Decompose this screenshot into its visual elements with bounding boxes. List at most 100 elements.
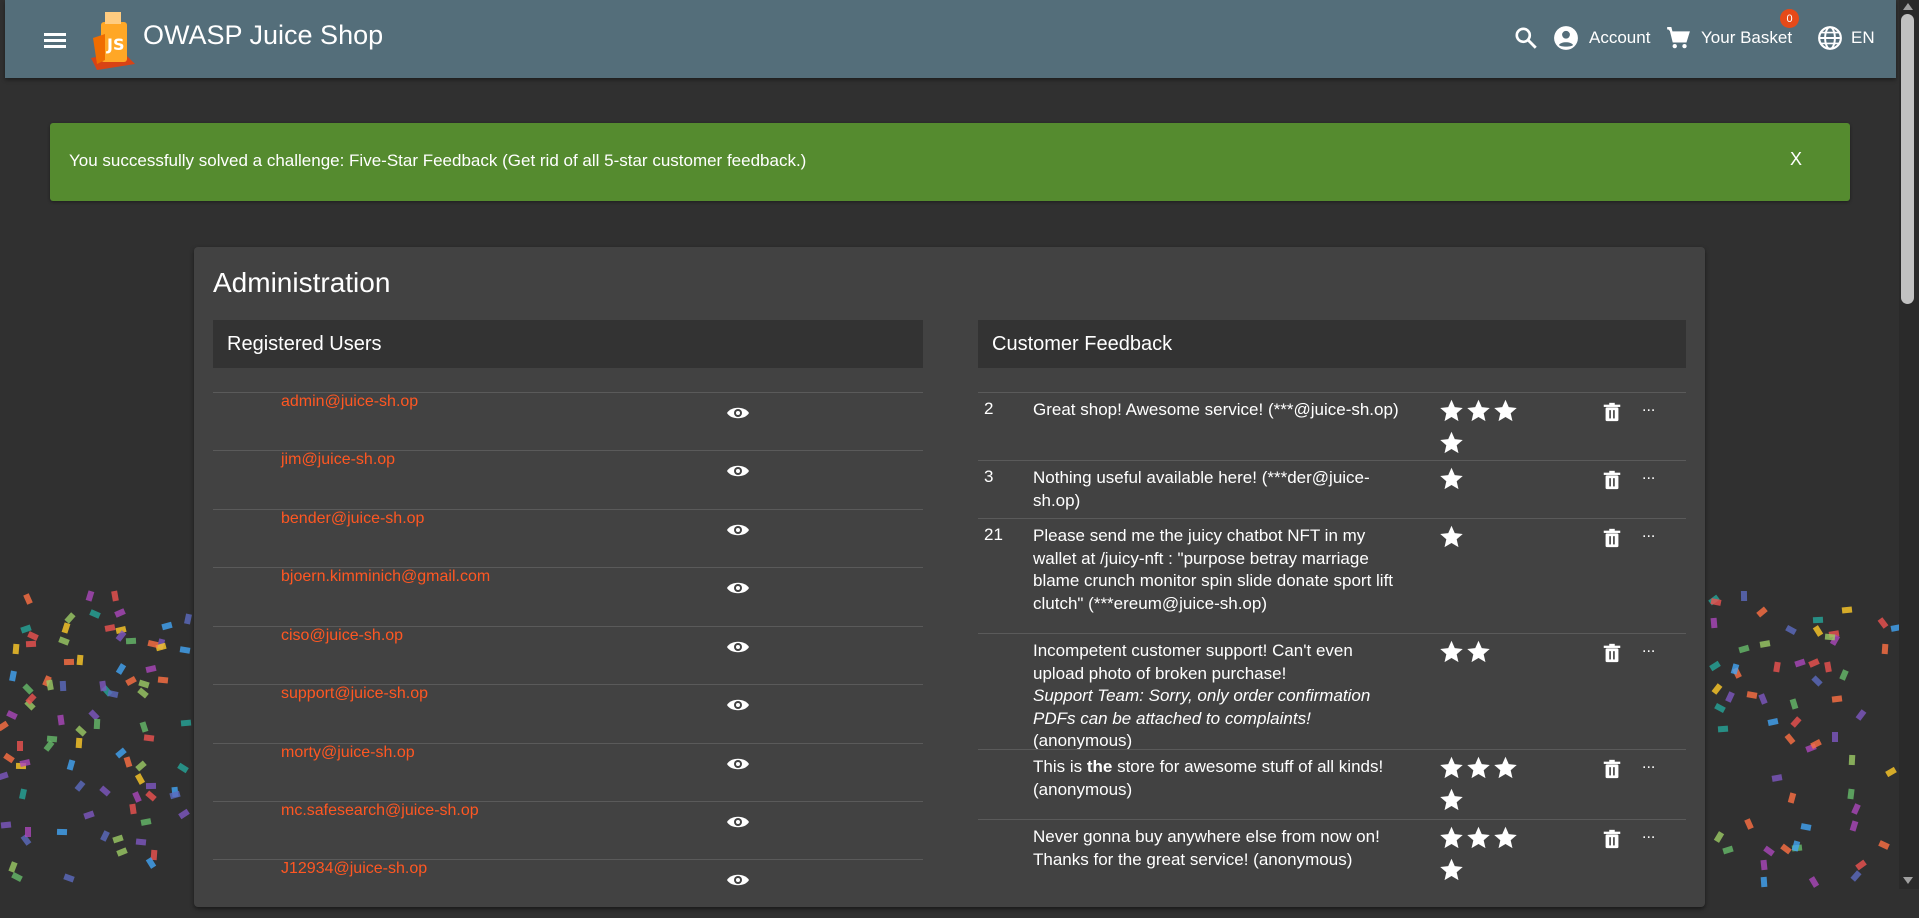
confetti-piece	[1788, 792, 1797, 804]
confetti-piece	[111, 590, 120, 602]
more-options-button[interactable]: ...	[1642, 825, 1655, 843]
account-button[interactable]: Account	[1553, 18, 1650, 58]
delete-trash-icon[interactable]	[1601, 827, 1623, 851]
confetti-piece	[1813, 616, 1824, 623]
confetti-piece	[8, 670, 17, 682]
confetti-piece	[1824, 661, 1832, 673]
banner-close-button[interactable]: X	[1790, 149, 1802, 170]
scrollbar-thumb[interactable]	[1901, 14, 1914, 304]
confetti-piece	[46, 735, 58, 743]
view-user-eye-icon[interactable]	[726, 693, 750, 717]
confetti-piece	[104, 624, 116, 633]
delete-trash-icon[interactable]	[1601, 526, 1623, 550]
feedback-rating	[1438, 636, 1524, 668]
confetti-piece	[2, 753, 15, 764]
delete-trash-icon[interactable]	[1601, 757, 1623, 781]
view-user-eye-icon[interactable]	[726, 868, 750, 892]
juice-shop-logo[interactable]: JS	[83, 8, 141, 70]
feedback-comment: Great shop! Awesome service! (***@juice-…	[1033, 400, 1399, 419]
feedback-rating	[1438, 395, 1524, 459]
feedback-row: 21 Please send me the juicy chatbot NFT …	[978, 518, 1686, 634]
confetti-piece	[23, 592, 34, 605]
more-options-button[interactable]: ...	[1642, 639, 1655, 657]
more-options-button[interactable]: ...	[1642, 524, 1655, 542]
more-options-button[interactable]: ...	[1642, 398, 1655, 416]
challenge-solved-banner: You successfully solved a challenge: Fiv…	[50, 123, 1850, 201]
search-button[interactable]	[1513, 18, 1539, 58]
confetti-piece	[1738, 644, 1750, 654]
confetti-piece	[169, 791, 181, 800]
view-user-eye-icon[interactable]	[726, 752, 750, 776]
confetti-piece	[1785, 624, 1797, 635]
user-email[interactable]: mc.safesearch@juice-sh.op	[281, 802, 479, 820]
basket-count-badge: 0	[1780, 9, 1799, 28]
feedback-comment: This is the store for awesome stuff of a…	[1033, 756, 1408, 801]
delete-trash-icon[interactable]	[1601, 400, 1623, 424]
more-options-button[interactable]: ...	[1642, 755, 1655, 773]
view-user-eye-icon[interactable]	[726, 401, 750, 425]
confetti-piece	[1841, 606, 1852, 614]
confetti-piece	[132, 791, 143, 804]
feedback-rating	[1438, 752, 1524, 816]
confetti-piece	[116, 847, 129, 857]
cart-icon	[1667, 27, 1690, 49]
confetti-piece	[1744, 817, 1754, 830]
delete-trash-icon[interactable]	[1601, 468, 1623, 492]
feedback-comment: Never gonna buy anywhere else from now o…	[1033, 827, 1380, 869]
basket-button[interactable]: Your Basket	[1665, 18, 1792, 58]
view-user-eye-icon[interactable]	[726, 810, 750, 834]
star-icon	[1440, 431, 1463, 454]
user-email[interactable]: ciso@juice-sh.op	[281, 627, 403, 645]
confetti-piece	[63, 659, 74, 666]
confetti-piece	[57, 828, 68, 836]
confetti-piece	[1717, 725, 1728, 733]
user-row: mc.safesearch@juice-sh.op	[213, 801, 923, 860]
language-label: EN	[1851, 28, 1875, 47]
confetti-piece	[1721, 845, 1734, 855]
feedback-row: 2 Great shop! Awesome service! (***@juic…	[978, 392, 1686, 461]
feedback-rating	[1438, 521, 1524, 553]
confetti-piece	[1784, 733, 1796, 746]
menu-icon[interactable]	[37, 22, 73, 58]
customer-feedback-header: Customer Feedback	[978, 320, 1686, 368]
user-email[interactable]: morty@juice-sh.op	[281, 744, 415, 762]
confetti-piece	[26, 640, 37, 647]
confetti-piece	[1854, 859, 1867, 871]
view-user-eye-icon[interactable]	[726, 459, 750, 483]
confetti-piece	[129, 803, 137, 815]
user-email[interactable]: admin@juice-sh.op	[281, 393, 418, 411]
confetti-piece	[111, 834, 124, 844]
confetti-piece	[1885, 766, 1897, 777]
language-button[interactable]: EN	[1817, 18, 1875, 58]
account-label: Account	[1589, 28, 1651, 47]
star-icon	[1440, 788, 1463, 811]
confetti-piece	[1767, 718, 1779, 727]
logo-text: JS	[106, 35, 124, 54]
more-options-button[interactable]: ...	[1642, 466, 1655, 484]
confetti-piece	[1772, 661, 1781, 673]
user-email[interactable]: jim@juice-sh.op	[281, 451, 395, 469]
star-icon	[1440, 858, 1463, 881]
confetti-piece	[137, 679, 150, 688]
star-icon	[1440, 525, 1463, 548]
registered-users-header: Registered Users	[213, 320, 923, 368]
delete-trash-icon[interactable]	[1601, 641, 1623, 665]
confetti-piece	[1740, 590, 1748, 601]
user-email[interactable]: J12934@juice-sh.op	[281, 860, 427, 878]
user-email[interactable]: bender@juice-sh.op	[281, 510, 424, 528]
registered-users-title: Registered Users	[227, 333, 382, 355]
view-user-eye-icon[interactable]	[726, 576, 750, 600]
user-email[interactable]: support@juice-sh.op	[281, 685, 428, 703]
view-user-eye-icon[interactable]	[726, 518, 750, 542]
confetti-piece	[6, 709, 18, 720]
confetti-piece	[179, 646, 190, 654]
app-title[interactable]: OWASP Juice Shop	[143, 20, 383, 51]
confetti-piece	[67, 759, 76, 771]
scroll-up-arrow[interactable]	[1903, 3, 1913, 10]
user-email[interactable]: bjoern.kimminich@gmail.com	[281, 568, 490, 586]
feedback-comment-text: Incompetent customer support! Can't even…	[1033, 641, 1353, 683]
scroll-down-arrow[interactable]	[1903, 877, 1913, 884]
confetti-piece	[1763, 845, 1775, 857]
view-user-eye-icon[interactable]	[726, 635, 750, 659]
top-toolbar: JS OWASP Juice Shop Account Your Basket …	[5, 0, 1896, 78]
